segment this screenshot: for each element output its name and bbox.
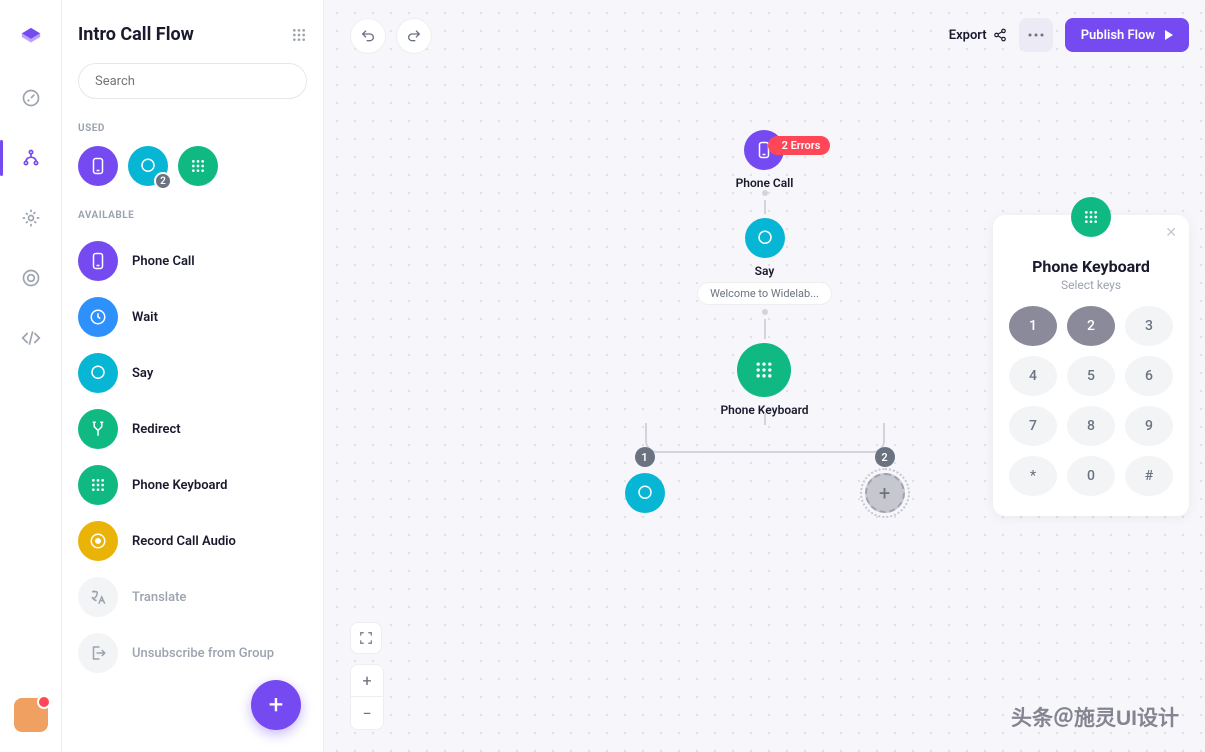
panel-close-button[interactable]: ✕ — [1165, 225, 1177, 241]
say-message-pill[interactable]: Welcome to Widelab... — [697, 282, 832, 305]
branch-node-say[interactable] — [625, 473, 665, 513]
used-section-label: USED — [78, 123, 307, 134]
panel-subtitle: Select keys — [1009, 278, 1173, 292]
action-label: Wait — [132, 310, 158, 325]
nav-target[interactable] — [17, 264, 45, 292]
action-unsubscribe-from-group: Unsubscribe from Group — [78, 625, 307, 681]
share-icon — [993, 28, 1007, 42]
chat-icon — [78, 353, 118, 393]
nav-flows[interactable] — [17, 144, 45, 172]
sidebar-title: Intro Call Flow — [78, 24, 194, 45]
action-label: Say — [132, 366, 153, 381]
action-label: Phone Keyboard — [132, 478, 227, 493]
search-input[interactable] — [78, 63, 307, 99]
branch-add-node[interactable]: + — [865, 473, 905, 513]
nav-rail — [0, 0, 62, 752]
keypad-key-4[interactable]: 4 — [1009, 356, 1057, 396]
flow-canvas[interactable]: Export Publish Flow 2 Errors Phone Call … — [324, 0, 1205, 752]
node-say[interactable]: Say Welcome to Widelab... — [697, 218, 832, 305]
user-avatar[interactable] — [14, 698, 48, 732]
action-translate: Translate — [78, 569, 307, 625]
used-chip-phone-keyboard[interactable] — [178, 146, 218, 186]
keypad-key-#[interactable]: # — [1125, 456, 1173, 496]
keypad-key-0[interactable]: 0 — [1067, 456, 1115, 496]
fullscreen-button[interactable] — [350, 622, 382, 654]
keypad-key-*[interactable]: * — [1009, 456, 1057, 496]
publish-label: Publish Flow — [1081, 28, 1155, 43]
watermark-text: 头条＠施灵UI设计 — [1011, 702, 1179, 732]
branch-badge-2: 2 — [875, 447, 895, 467]
node-phone-call[interactable]: 2 Errors Phone Call — [736, 130, 794, 190]
panel-title: Phone Keyboard — [1009, 257, 1173, 276]
action-label: Record Call Audio — [132, 534, 236, 549]
action-redirect[interactable]: Redirect — [78, 401, 307, 457]
grid-icon — [78, 465, 118, 505]
sidebar: Intro Call Flow USED 2 AVAILABLE Phone C… — [62, 0, 324, 752]
nav-code[interactable] — [17, 324, 45, 352]
action-say[interactable]: Say — [78, 345, 307, 401]
keypad-key-7[interactable]: 7 — [1009, 406, 1057, 446]
action-wait[interactable]: Wait — [78, 289, 307, 345]
keypad-key-1[interactable]: 1 — [1009, 306, 1057, 346]
action-label: Unsubscribe from Group — [132, 646, 274, 661]
available-section-label: AVAILABLE — [78, 210, 307, 221]
node-config-panel: ✕ Phone Keyboard Select keys 123 456 789 *0… — [993, 215, 1189, 516]
panel-chip-icon — [1071, 197, 1111, 237]
export-button[interactable]: Export — [949, 28, 1007, 43]
used-chip-say[interactable]: 2 — [128, 146, 168, 186]
phone-icon — [78, 241, 118, 281]
used-chip-phone-call[interactable] — [78, 146, 118, 186]
redo-button[interactable] — [396, 18, 432, 54]
undo-button[interactable] — [350, 18, 386, 54]
action-label: Translate — [132, 590, 186, 605]
keypad-key-6[interactable]: 6 — [1125, 356, 1173, 396]
clock-icon — [78, 297, 118, 337]
export-label: Export — [949, 28, 987, 43]
add-action-fab[interactable]: + — [251, 680, 301, 730]
keypad-key-5[interactable]: 5 — [1067, 356, 1115, 396]
action-label: Redirect — [132, 422, 181, 437]
zoom-in-button[interactable]: + — [351, 665, 383, 697]
exit-icon — [78, 633, 118, 673]
used-chip-badge: 2 — [154, 172, 172, 190]
app-logo — [16, 22, 46, 52]
action-label: Phone Call — [132, 254, 195, 269]
action-phone-call[interactable]: Phone Call — [78, 233, 307, 289]
keypad-key-3[interactable]: 3 — [1125, 306, 1173, 346]
nav-settings[interactable] — [17, 204, 45, 232]
action-phone-keyboard[interactable]: Phone Keyboard — [78, 457, 307, 513]
keypad-key-2[interactable]: 2 — [1067, 306, 1115, 346]
keypad-key-8[interactable]: 8 — [1067, 406, 1115, 446]
keypad-key-9[interactable]: 9 — [1125, 406, 1173, 446]
split-icon — [78, 409, 118, 449]
play-icon — [1165, 30, 1173, 40]
zoom-out-button[interactable]: − — [351, 697, 383, 729]
error-badge[interactable]: 2 Errors — [768, 136, 831, 155]
record-icon — [78, 521, 118, 561]
node-phone-keyboard[interactable]: Phone Keyboard — [720, 343, 808, 417]
branch-badge-1: 1 — [635, 447, 655, 467]
translate-icon — [78, 577, 118, 617]
more-options-button[interactable] — [1019, 18, 1053, 52]
publish-button[interactable]: Publish Flow — [1065, 18, 1189, 52]
grid-view-icon[interactable] — [291, 27, 307, 43]
nav-dashboard[interactable] — [17, 84, 45, 112]
action-record-call-audio[interactable]: Record Call Audio — [78, 513, 307, 569]
flow-tree: 2 Errors Phone Call Say Welcome to Widel… — [635, 130, 895, 513]
